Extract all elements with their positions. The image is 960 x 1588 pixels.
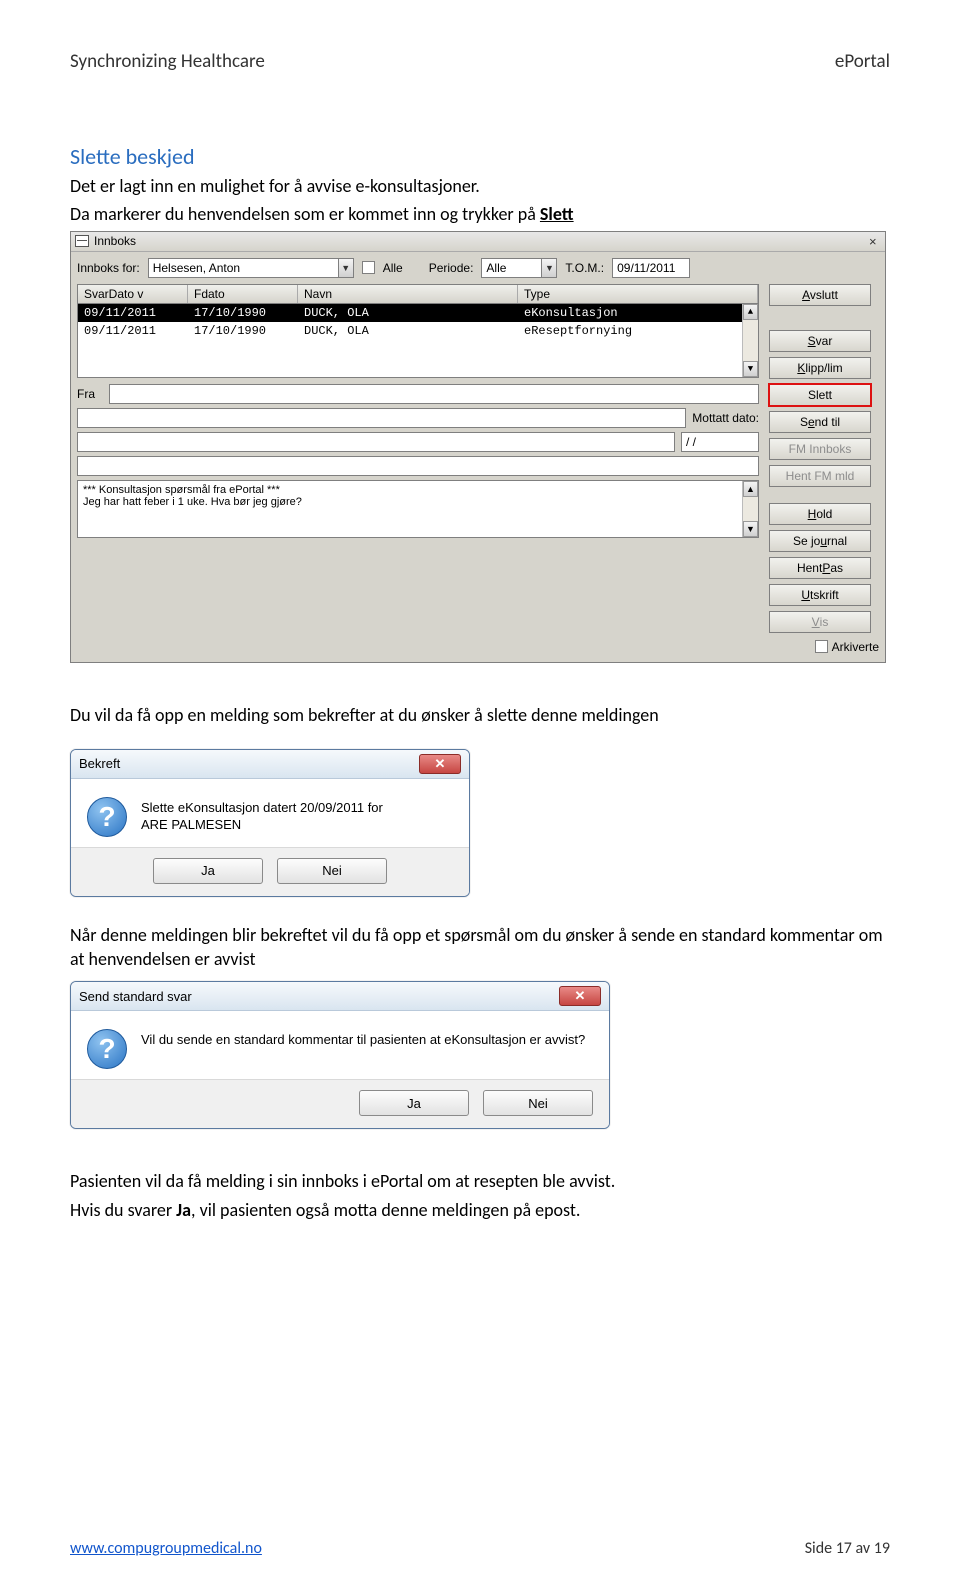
label-tom: T.O.M.: [565,261,604,275]
textarea-scrollbar[interactable]: ▲ ▼ [742,481,758,537]
dialog-text: Vil du sende en standard kommentar til p… [141,1029,585,1069]
hentpas-button[interactable]: Hent Pas [769,557,871,579]
cell-navn: DUCK, OLA [298,323,518,339]
cell-type: eReseptfornying [518,323,758,339]
svar-button[interactable]: Svar [769,330,871,352]
dialog-close-button[interactable]: ✕ [559,986,601,1006]
table-row[interactable]: 09/11/2011 17/10/1990 DUCK, OLA eKonsult… [78,304,758,322]
ja-button[interactable]: Ja [359,1090,469,1116]
chevron-down-icon[interactable]: ▼ [338,258,354,278]
user-combo[interactable]: Helsesen, Anton ▼ [148,258,354,278]
chevron-down-icon[interactable]: ▼ [541,258,557,278]
innboks-window: Innboks × Innboks for: Helsesen, Anton ▼… [70,231,886,663]
scroll-up-icon[interactable]: ▲ [743,481,758,497]
mid-text-1: Du vil da få opp en melding som bekrefte… [70,703,890,727]
label-mottatt: Mottatt dato: [692,411,759,425]
arkiverte-checkbox[interactable] [815,640,828,653]
question-icon: ? [87,797,127,837]
window-title: Innboks [94,234,136,248]
vis-button[interactable]: Vis [769,611,871,633]
ja-button[interactable]: Ja [153,858,263,884]
sendtil-button[interactable]: Send til [769,411,871,433]
line2-bold: Slett [540,203,574,225]
utskrift-button[interactable]: Utskrift [769,584,871,606]
nei-button[interactable]: Nei [483,1090,593,1116]
dialog-text: Slette eKonsultasjon datert 20/09/2011 f… [141,797,383,837]
bekreft-dialog: Bekreft ✕ ? Slette eKonsultasjon datert … [70,749,470,897]
hentfm-button[interactable]: Hent FM mld [769,465,871,487]
blank-field-2[interactable] [77,456,759,476]
label-arkiverte: Arkiverte [832,640,879,654]
footer-url[interactable]: www.compugroupmedical.no [70,1539,262,1558]
tail2-bold: Ja [176,1199,191,1221]
footer-page: Side 17 av 19 [805,1539,890,1558]
table-row[interactable]: 09/11/2011 17/10/1990 DUCK, OLA eReseptf… [78,322,758,340]
periode-combo[interactable]: Alle ▼ [481,258,557,278]
label-fra: Fra [77,387,103,401]
cell-svardato: 09/11/2011 [78,305,188,321]
intro-text: Det er lagt inn en mulighet for å avvise… [70,174,890,198]
line2-pre: Da markerer du henvendelsen som er komme… [70,203,540,225]
tail2-post: , vil pasienten også motta denne melding… [191,1199,580,1221]
scroll-down-icon[interactable]: ▼ [743,361,758,377]
avslutt-button[interactable]: Avslutt [769,284,871,306]
alle-checkbox[interactable] [362,261,375,274]
scroll-down-icon[interactable]: ▼ [743,521,758,537]
blank-field-1[interactable] [77,432,675,452]
fra-field[interactable] [109,384,759,404]
slett-button[interactable]: Slett [769,384,871,406]
mid-text-2: Når denne meldingen blir bekreftet vil d… [70,923,890,972]
subject-field[interactable] [77,408,686,428]
label-periode: Periode: [429,261,474,275]
klipplim-button[interactable]: Klipp/lim [769,357,871,379]
tail-text-2: Hvis du svarer Ja, vil pasienten også mo… [70,1198,890,1222]
doc-header-left: Synchronizing Healthcare [70,50,265,73]
fminnboks-button[interactable]: FM Innboks [769,438,871,460]
label-alle: Alle [383,261,403,275]
send-standard-svar-dialog: Send standard svar ✕ ? Vil du sende en s… [70,981,610,1129]
col-fdato[interactable]: Fdato [188,285,298,303]
messages-table[interactable]: SvarDato v Fdato Navn Type 09/11/2011 17… [77,284,759,378]
section-title: Slette beskjed [70,143,890,170]
window-close-button[interactable]: × [865,234,881,249]
scroll-up-icon[interactable]: ▲ [743,304,758,320]
cell-svardato: 09/11/2011 [78,323,188,339]
col-type[interactable]: Type [518,285,758,303]
dialog-title: Send standard svar [79,989,192,1004]
label-innboks-for: Innboks for: [77,261,140,275]
message-body-text: *** Konsultasjon spørsmål fra ePortal **… [83,484,302,508]
col-navn[interactable]: Navn [298,285,518,303]
dialog-title: Bekreft [79,756,120,771]
tom-field[interactable]: 09/11/2011 [612,258,690,278]
dialog-close-button[interactable]: ✕ [419,754,461,774]
doc-header-right: ePortal [835,50,890,73]
cell-navn: DUCK, OLA [298,305,518,321]
tail2-pre: Hvis du svarer [70,1199,176,1221]
nei-button[interactable]: Nei [277,858,387,884]
sejournal-button[interactable]: Se journal [769,530,871,552]
question-icon: ? [87,1029,127,1069]
mottatt-date-field[interactable]: / / [681,432,759,452]
hold-button[interactable]: Hold [769,503,871,525]
col-svardato[interactable]: SvarDato v [78,285,188,303]
table-scrollbar[interactable]: ▲ ▼ [742,304,758,377]
user-field[interactable]: Helsesen, Anton [148,258,338,278]
cell-type: eKonsultasjon [518,305,758,321]
tail-text-1: Pasienten vil da få melding i sin innbok… [70,1169,890,1193]
cell-fdato: 17/10/1990 [188,323,298,339]
message-body[interactable]: *** Konsultasjon spørsmål fra ePortal **… [77,480,759,538]
line2: Da markerer du henvendelsen som er komme… [70,202,890,226]
cell-fdato: 17/10/1990 [188,305,298,321]
window-icon [75,235,89,247]
periode-field[interactable]: Alle [481,258,541,278]
